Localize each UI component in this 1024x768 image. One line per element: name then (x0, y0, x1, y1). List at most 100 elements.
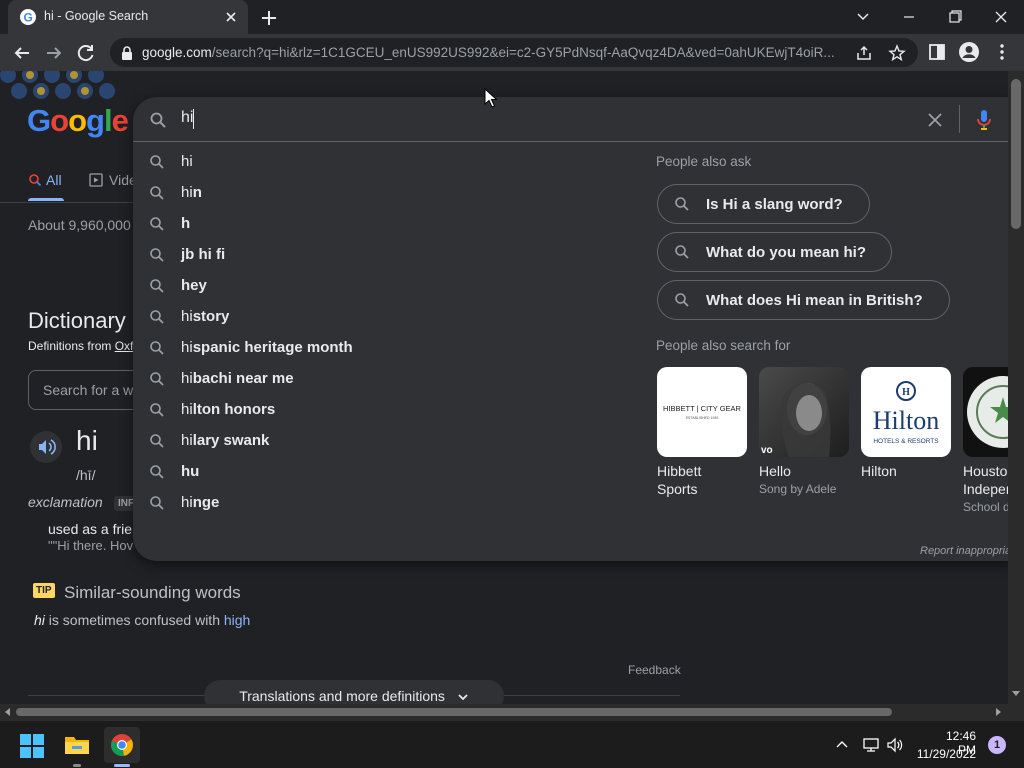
bookmark-star-icon[interactable] (888, 44, 906, 62)
suggestion-prefix: hi (181, 370, 193, 387)
related-search-subtitle: Song by Adele (759, 482, 837, 496)
people-also-ask-question: What does Hi mean in British? (706, 292, 923, 309)
suggestion-item[interactable]: history (133, 302, 633, 333)
horizontal-scroll-thumb[interactable] (16, 708, 892, 716)
reload-icon[interactable] (73, 40, 99, 66)
suggestion-prefix: hi (181, 308, 193, 325)
suggestion-item[interactable]: hilton honors (133, 395, 633, 426)
people-also-ask-chip[interactable]: What do you mean hi? (657, 232, 892, 272)
address-bar[interactable]: google.com/search?q=hi&rlz=1C1GCEU_enUS9… (110, 38, 918, 67)
dictionary-pronunciation: /hī/ (76, 467, 96, 483)
people-also-ask-chip[interactable]: What does Hi mean in British? (657, 280, 950, 320)
people-also-search-title: People also search for (656, 338, 791, 353)
vertical-scrollbar[interactable] (1008, 71, 1024, 704)
suggestion-prefix: jb hi fi (181, 246, 226, 263)
suggestion-item[interactable]: jb hi fi (133, 240, 633, 271)
tab-videos[interactable]: Vide (89, 172, 137, 188)
svg-text:ESTABLISHED 1945: ESTABLISHED 1945 (686, 416, 719, 420)
clock-date[interactable]: 11/29/2022 (916, 747, 976, 761)
google-logo[interactable]: Google (27, 103, 129, 139)
scroll-right-arrow-icon[interactable] (994, 708, 1002, 716)
url-text[interactable]: google.com/search?q=hi&rlz=1C1GCEU_enUS9… (142, 45, 842, 60)
pronunciation-speaker-icon[interactable] (30, 431, 62, 463)
close-tab-icon[interactable] (222, 8, 240, 26)
search-icon (674, 244, 690, 260)
suggestion-rest: story (192, 308, 230, 325)
new-tab-icon[interactable] (258, 7, 280, 29)
scroll-left-arrow-icon[interactable] (4, 708, 12, 716)
url-domain: google.com (142, 45, 212, 60)
more-definitions-label: Translations and more definitions (239, 688, 445, 704)
suggestion-item[interactable]: hey (133, 271, 633, 302)
google-favicon-icon: G (20, 9, 36, 25)
related-search-name: Housto Indeper (963, 463, 1008, 497)
report-inappropriate-link[interactable]: Report inappropria (920, 545, 1008, 557)
suggestion-rest: nge (192, 494, 220, 511)
tip-word: hi (34, 612, 45, 628)
page-content: Google All Vide About 9,960,000 Dictiona… (0, 71, 1008, 704)
chevron-up-icon[interactable] (834, 737, 850, 753)
tip-badge: TIP (33, 583, 55, 598)
chrome-taskbar-icon[interactable] (104, 727, 140, 763)
suggestion-rest: lary swank (192, 432, 270, 449)
file-explorer-folder-icon[interactable] (64, 733, 90, 757)
lock-icon[interactable] (120, 45, 134, 61)
back-arrow-icon[interactable] (9, 40, 35, 66)
notification-badge[interactable]: 1 (988, 736, 1006, 754)
hibbett-sports-logo: HIBBETT | CITY GEAR ESTABLISHED 1945 (657, 367, 747, 457)
tip-link[interactable]: high (224, 612, 250, 628)
suggestion-prefix: hi (181, 494, 193, 511)
dictionary-example: ""Hi there. Hov (48, 538, 134, 553)
suggestion-item[interactable]: hispanic heritage month (133, 333, 633, 364)
suggestion-prefix: hi (181, 153, 193, 170)
search-icon (149, 402, 165, 418)
side-panel-icon[interactable] (927, 42, 947, 62)
clear-search-icon[interactable] (926, 111, 944, 129)
suggestion-item[interactable]: hin (133, 178, 633, 209)
restore-icon[interactable] (940, 5, 970, 29)
dictionary-source-prefix: Definitions from (28, 339, 115, 353)
people-also-ask-question: Is Hi a slang word? (706, 196, 843, 213)
horizontal-scrollbar[interactable] (0, 704, 1008, 720)
tab-title: hi - Google Search (44, 9, 149, 23)
profile-avatar-icon[interactable] (958, 41, 980, 63)
tab-search-chevron-down-icon[interactable] (848, 5, 878, 29)
taskbar: 12:46 PM 11/29/2022 1 (0, 720, 1024, 768)
search-icon (149, 433, 165, 449)
forward-arrow-icon[interactable] (41, 40, 67, 66)
search-icon (674, 292, 690, 308)
share-icon[interactable] (855, 44, 873, 62)
search-icon (28, 173, 42, 187)
suggestion-item[interactable]: hinge (133, 488, 633, 519)
tab-active[interactable]: G hi - Google Search (8, 0, 248, 34)
kebab-menu-icon[interactable] (992, 42, 1012, 62)
feedback-link[interactable]: Feedback (628, 663, 681, 677)
suggestion-item[interactable]: hu (133, 457, 633, 488)
dictionary-source-link[interactable]: Oxf (115, 339, 134, 353)
tab-all[interactable]: All (28, 172, 62, 188)
divider (133, 141, 1008, 142)
suggestion-item[interactable]: hilary swank (133, 426, 633, 457)
minimize-icon[interactable] (894, 5, 924, 29)
suggestion-item[interactable]: h (133, 209, 633, 240)
microphone-icon[interactable] (974, 108, 994, 132)
volume-icon[interactable] (886, 736, 904, 754)
related-search-name: Hibbett Sports (657, 463, 702, 497)
network-icon[interactable] (862, 736, 880, 754)
search-icon (149, 340, 165, 356)
windows-start-icon[interactable] (20, 734, 44, 758)
suggestion-prefix: hi (181, 401, 193, 418)
suggestion-item[interactable]: hi (133, 147, 633, 178)
close-window-icon[interactable] (986, 5, 1016, 29)
people-also-ask-chip[interactable]: Is Hi a slang word? (657, 184, 870, 224)
people-also-ask-question: What do you mean hi? (706, 244, 866, 261)
search-input[interactable]: hi (181, 109, 193, 127)
more-definitions-button[interactable]: Translations and more definitions (204, 680, 504, 704)
svg-text:HOTELS & RESORTS: HOTELS & RESORTS (873, 438, 939, 445)
hilton-logo: H Hilton HOTELS & RESORTS (861, 367, 951, 457)
dictionary-source: Definitions from Oxf (28, 339, 133, 353)
vertical-scroll-thumb[interactable] (1011, 79, 1021, 229)
svg-text:HIBBETT | CITY GEAR: HIBBETT | CITY GEAR (663, 404, 742, 413)
scroll-down-arrow-icon[interactable] (1012, 689, 1020, 697)
suggestion-item[interactable]: hibachi near me (133, 364, 633, 395)
